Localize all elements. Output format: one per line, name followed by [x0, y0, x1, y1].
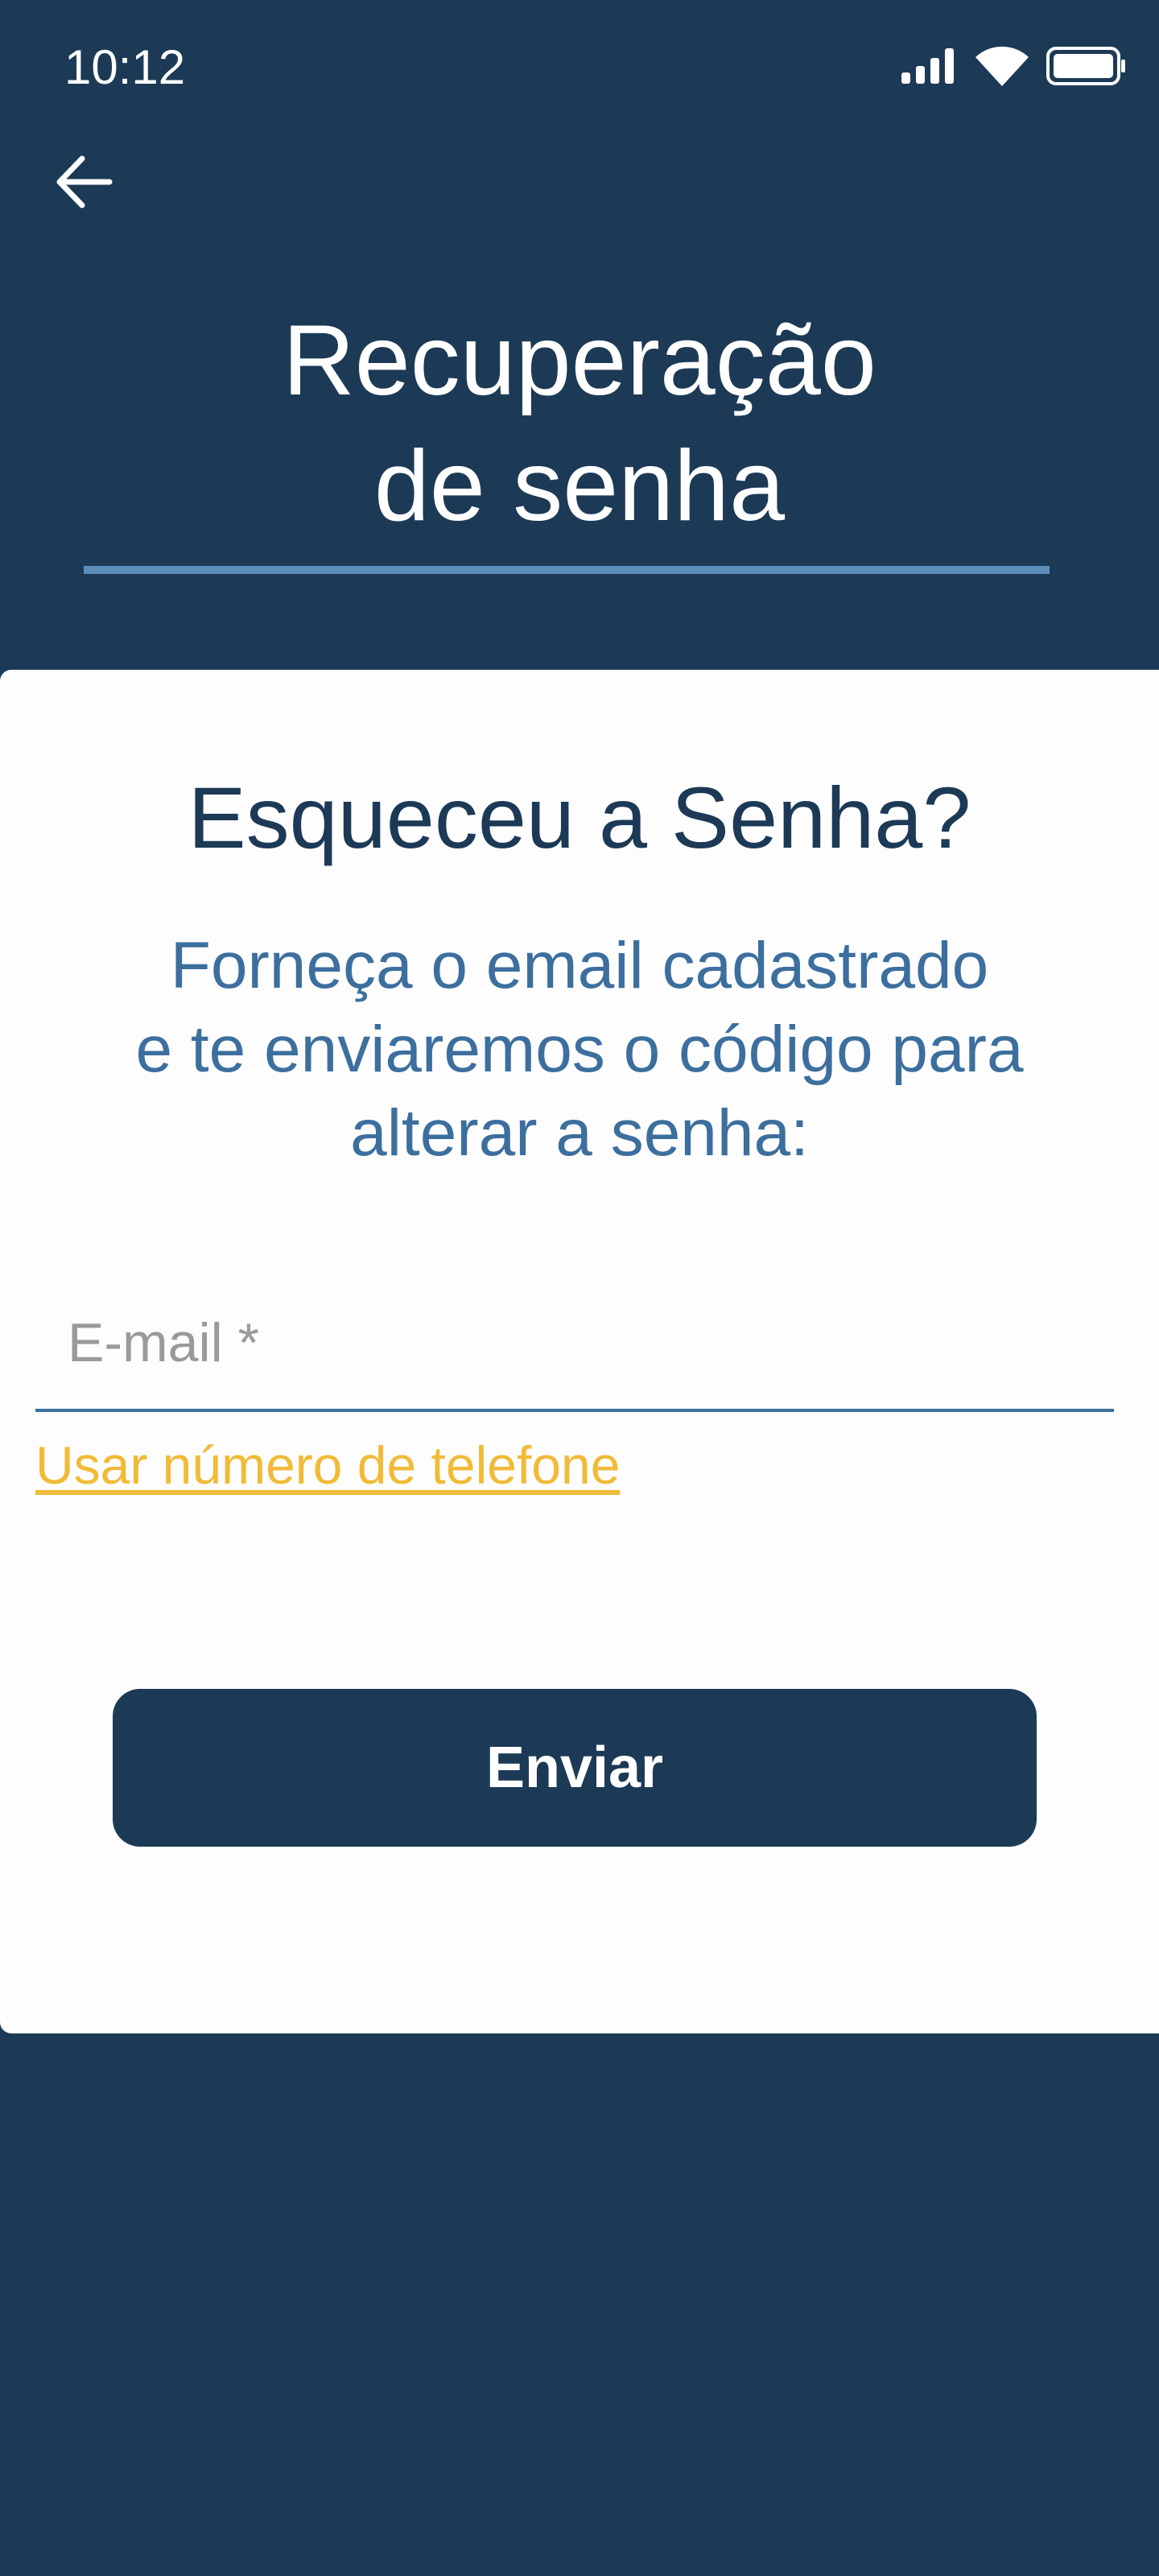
description-line-2: e te enviaremos o código para: [135, 1013, 1024, 1086]
arrow-left-icon: [53, 154, 114, 214]
page-title: Recuperação de senha: [0, 298, 1159, 549]
email-input[interactable]: [68, 1294, 1098, 1391]
card-description: Forneça o email cadastrado e te enviarem…: [0, 924, 1159, 1175]
page-title-line-2: de senha: [373, 431, 786, 542]
email-field[interactable]: [35, 1294, 1114, 1412]
card-heading: Esqueceu a Senha?: [188, 769, 971, 866]
status-bar: 10:12: [0, 0, 1159, 137]
page-title-line-1: Recuperação: [283, 305, 876, 416]
use-phone-link[interactable]: Usar número de telefone: [35, 1430, 620, 1501]
back-button[interactable]: [45, 145, 122, 222]
description-line-1: Forneça o email cadastrado: [170, 929, 989, 1002]
signal-icon: [900, 47, 958, 88]
title-underline: [84, 566, 1050, 574]
status-time: 10:12: [64, 40, 186, 94]
wifi-icon: [975, 46, 1029, 90]
status-icons: [900, 42, 1127, 93]
submit-button[interactable]: Enviar: [113, 1689, 1037, 1847]
description-line-3: alterar a senha:: [350, 1096, 809, 1170]
battery-icon: [1046, 46, 1127, 90]
